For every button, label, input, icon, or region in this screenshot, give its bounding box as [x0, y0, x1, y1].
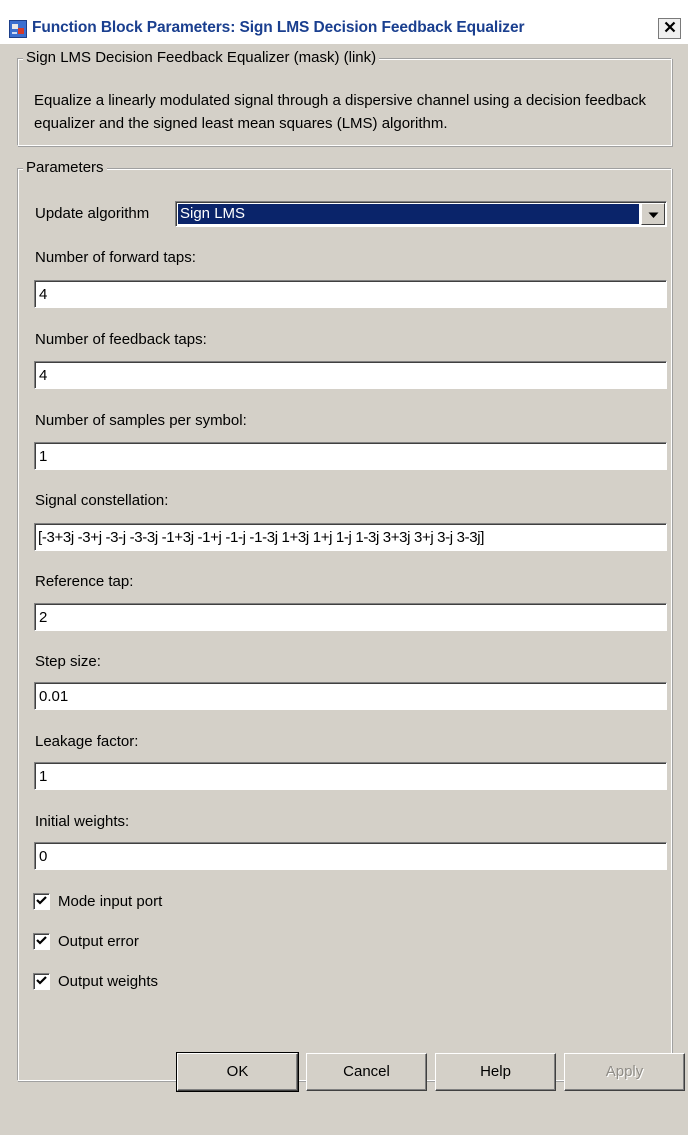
block-description: Equalize a linearly modulated signal thr… [34, 92, 647, 132]
output-error-option[interactable]: Output error [33, 932, 139, 950]
signal-constellation-label: Signal constellation: [35, 492, 169, 509]
ok-button[interactable]: OK [176, 1052, 299, 1092]
dialog-body: Sign LMS Decision Feedback Equalizer (ma… [0, 44, 688, 1135]
output-weights-option[interactable]: Output weights [33, 972, 158, 990]
dropdown-button[interactable] [641, 203, 665, 225]
mode-input-port-label: Mode input port [58, 892, 163, 910]
apply-button[interactable]: Apply [564, 1053, 685, 1091]
checkmark-icon [36, 973, 47, 990]
cancel-button[interactable]: Cancel [306, 1053, 427, 1091]
leakage-factor-field[interactable]: 1 [34, 762, 667, 790]
leakage-factor-label: Leakage factor: [35, 733, 139, 750]
samples-per-symbol-field[interactable]: 1 [34, 442, 667, 470]
close-icon [664, 20, 676, 37]
update-algorithm-label: Update algorithm [35, 205, 150, 222]
parameters-group-title: Parameters [23, 159, 107, 176]
title-bar[interactable]: Function Block Parameters: Sign LMS Deci… [0, 0, 688, 44]
window-title: Function Block Parameters: Sign LMS Deci… [32, 19, 525, 36]
chevron-down-icon [648, 206, 659, 223]
checkmark-icon [36, 893, 47, 910]
block-parameters-dialog: Function Block Parameters: Sign LMS Deci… [0, 0, 688, 1135]
output-weights-label: Output weights [58, 972, 159, 990]
update-algorithm-select[interactable]: Sign LMS [175, 201, 667, 227]
output-error-checkbox[interactable] [33, 932, 50, 950]
output-weights-checkbox[interactable] [33, 972, 50, 990]
initial-weights-field[interactable]: 0 [34, 842, 667, 870]
signal-constellation-field[interactable]: [-3+3j -3+j -3-j -3-3j -1+3j -1+j -1-j -… [34, 523, 667, 551]
feedback-taps-field[interactable]: 4 [34, 361, 667, 389]
samples-per-symbol-label: Number of samples per symbol: [35, 412, 247, 429]
forward-taps-label: Number of forward taps: [35, 249, 196, 266]
step-size-label: Step size: [35, 653, 101, 670]
update-algorithm-value: Sign LMS [178, 204, 639, 224]
reference-tap-field[interactable]: 2 [34, 603, 667, 631]
step-size-field[interactable]: 0.01 [34, 682, 667, 710]
output-error-label: Output error [58, 932, 139, 950]
initial-weights-label: Initial weights: [35, 813, 130, 830]
close-button[interactable] [658, 18, 681, 39]
help-button[interactable]: Help [435, 1053, 556, 1091]
mode-input-port-option[interactable]: Mode input port [33, 892, 162, 910]
simulink-block-icon [9, 20, 27, 38]
description-group-title: Sign LMS Decision Feedback Equalizer (ma… [23, 49, 380, 66]
mode-input-port-checkbox[interactable] [33, 892, 50, 910]
forward-taps-field[interactable]: 4 [34, 280, 667, 308]
feedback-taps-label: Number of feedback taps: [35, 331, 207, 348]
checkmark-icon [36, 933, 47, 950]
reference-tap-label: Reference tap: [35, 573, 134, 590]
